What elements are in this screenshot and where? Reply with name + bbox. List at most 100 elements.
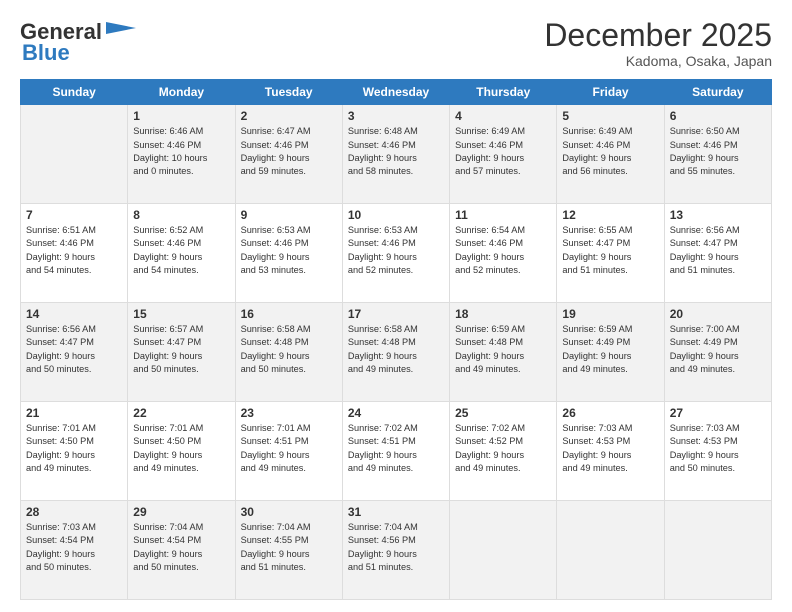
day-number: 7 xyxy=(26,208,122,222)
day-number: 12 xyxy=(562,208,658,222)
weekday-header-sunday: Sunday xyxy=(21,80,128,105)
day-info: Sunrise: 7:03 AM Sunset: 4:53 PM Dayligh… xyxy=(670,422,766,475)
day-info: Sunrise: 6:53 AM Sunset: 4:46 PM Dayligh… xyxy=(241,224,337,277)
day-info: Sunrise: 6:49 AM Sunset: 4:46 PM Dayligh… xyxy=(562,125,658,178)
calendar-row-2: 14Sunrise: 6:56 AM Sunset: 4:47 PM Dayli… xyxy=(21,303,772,402)
day-number: 20 xyxy=(670,307,766,321)
day-number: 24 xyxy=(348,406,444,420)
weekday-header-tuesday: Tuesday xyxy=(235,80,342,105)
calendar-cell: 2 Sunrise: 6:47 AM Sunset: 4:46 PM Daylig… xyxy=(235,105,342,204)
day-info: Sunrise: 6:56 AM Sunset: 4:47 PM Dayligh… xyxy=(670,224,766,277)
calendar-cell: 27 Sunrise: 7:03 AM Sunset: 4:53 PM Dayli… xyxy=(664,402,771,501)
day-info: Sunrise: 7:02 AM Sunset: 4:52 PM Dayligh… xyxy=(455,422,551,475)
day-info: Sunrise: 7:03 AM Sunset: 4:54 PM Dayligh… xyxy=(26,521,122,574)
calendar-row-0: 1 Sunrise: 6:46 AM Sunset: 4:46 PM Daylig… xyxy=(21,105,772,204)
weekday-header-wednesday: Wednesday xyxy=(342,80,449,105)
calendar-cell: 17 Sunrise: 6:58 AM Sunset: 4:48 PM Dayli… xyxy=(342,303,449,402)
day-number: 19 xyxy=(562,307,658,321)
page-header: General Blue December 2025 Kadoma, Osaka… xyxy=(20,18,772,69)
logo: General Blue xyxy=(20,18,140,66)
day-number: 23 xyxy=(241,406,337,420)
weekday-header-saturday: Saturday xyxy=(664,80,771,105)
calendar-row-3: 21 Sunrise: 7:01 AM Sunset: 4:50 PM Dayli… xyxy=(21,402,772,501)
day-info: Sunrise: 6:53 AM Sunset: 4:46 PM Dayligh… xyxy=(348,224,444,277)
day-info: Sunrise: 6:51 AM Sunset: 4:46 PM Dayligh… xyxy=(26,224,122,277)
month-title: December 2025 xyxy=(544,18,772,53)
day-info: Sunrise: 7:00 AM Sunset: 4:49 PM Dayligh… xyxy=(670,323,766,376)
day-number: 29 xyxy=(133,505,229,519)
day-info: Sunrise: 7:01 AM Sunset: 4:51 PM Dayligh… xyxy=(241,422,337,475)
weekday-header-friday: Friday xyxy=(557,80,664,105)
title-block: December 2025 Kadoma, Osaka, Japan xyxy=(544,18,772,69)
weekday-header-thursday: Thursday xyxy=(450,80,557,105)
day-number: 22 xyxy=(133,406,229,420)
calendar-cell: 6 Sunrise: 6:50 AM Sunset: 4:46 PM Daylig… xyxy=(664,105,771,204)
day-number: 11 xyxy=(455,208,551,222)
day-number: 2 xyxy=(241,109,337,123)
calendar-cell xyxy=(21,105,128,204)
day-number: 10 xyxy=(348,208,444,222)
day-info: Sunrise: 7:03 AM Sunset: 4:53 PM Dayligh… xyxy=(562,422,658,475)
calendar-cell: 16 Sunrise: 6:58 AM Sunset: 4:48 PM Dayli… xyxy=(235,303,342,402)
calendar-cell: 25Sunrise: 7:02 AM Sunset: 4:52 PM Dayli… xyxy=(450,402,557,501)
calendar-cell: 21Sunrise: 7:01 AM Sunset: 4:50 PM Dayli… xyxy=(21,402,128,501)
calendar-cell: 24 Sunrise: 7:02 AM Sunset: 4:51 PM Dayli… xyxy=(342,402,449,501)
day-number: 17 xyxy=(348,307,444,321)
day-number: 5 xyxy=(562,109,658,123)
calendar-cell: 23 Sunrise: 7:01 AM Sunset: 4:51 PM Dayli… xyxy=(235,402,342,501)
day-number: 9 xyxy=(241,208,337,222)
weekday-header-row: SundayMondayTuesdayWednesdayThursdayFrid… xyxy=(21,80,772,105)
calendar-cell: 18Sunrise: 6:59 AM Sunset: 4:48 PM Dayli… xyxy=(450,303,557,402)
location: Kadoma, Osaka, Japan xyxy=(544,53,772,69)
calendar-cell: 10 Sunrise: 6:53 AM Sunset: 4:46 PM Dayli… xyxy=(342,204,449,303)
day-number: 3 xyxy=(348,109,444,123)
calendar-cell: 9 Sunrise: 6:53 AM Sunset: 4:46 PM Daylig… xyxy=(235,204,342,303)
calendar-cell: 4 Sunrise: 6:49 AM Sunset: 4:46 PM Daylig… xyxy=(450,105,557,204)
calendar-cell: 30Sunrise: 7:04 AM Sunset: 4:55 PM Dayli… xyxy=(235,501,342,600)
calendar-cell xyxy=(450,501,557,600)
day-number: 21 xyxy=(26,406,122,420)
day-info: Sunrise: 6:58 AM Sunset: 4:48 PM Dayligh… xyxy=(241,323,337,376)
day-info: Sunrise: 7:04 AM Sunset: 4:54 PM Dayligh… xyxy=(133,521,229,574)
day-number: 30 xyxy=(241,505,337,519)
day-info: Sunrise: 6:50 AM Sunset: 4:46 PM Dayligh… xyxy=(670,125,766,178)
day-info: Sunrise: 6:46 AM Sunset: 4:46 PM Dayligh… xyxy=(133,125,229,178)
day-number: 15 xyxy=(133,307,229,321)
day-info: Sunrise: 6:47 AM Sunset: 4:46 PM Dayligh… xyxy=(241,125,337,178)
day-info: Sunrise: 6:58 AM Sunset: 4:48 PM Dayligh… xyxy=(348,323,444,376)
calendar-cell: 12 Sunrise: 6:55 AM Sunset: 4:47 PM Dayli… xyxy=(557,204,664,303)
day-number: 1 xyxy=(133,109,229,123)
calendar-cell xyxy=(664,501,771,600)
logo-flag-icon xyxy=(102,18,140,46)
calendar-cell: 5 Sunrise: 6:49 AM Sunset: 4:46 PM Daylig… xyxy=(557,105,664,204)
calendar-cell: 3 Sunrise: 6:48 AM Sunset: 4:46 PM Daylig… xyxy=(342,105,449,204)
day-info: Sunrise: 7:01 AM Sunset: 4:50 PM Dayligh… xyxy=(133,422,229,475)
logo-blue: Blue xyxy=(22,40,70,66)
day-info: Sunrise: 6:48 AM Sunset: 4:46 PM Dayligh… xyxy=(348,125,444,178)
day-number: 31 xyxy=(348,505,444,519)
day-number: 4 xyxy=(455,109,551,123)
day-info: Sunrise: 6:56 AM Sunset: 4:47 PM Dayligh… xyxy=(26,323,122,376)
calendar-cell: 29 Sunrise: 7:04 AM Sunset: 4:54 PM Dayli… xyxy=(128,501,235,600)
day-info: Sunrise: 7:02 AM Sunset: 4:51 PM Dayligh… xyxy=(348,422,444,475)
day-number: 13 xyxy=(670,208,766,222)
day-info: Sunrise: 6:49 AM Sunset: 4:46 PM Dayligh… xyxy=(455,125,551,178)
calendar-row-4: 28Sunrise: 7:03 AM Sunset: 4:54 PM Dayli… xyxy=(21,501,772,600)
calendar-cell: 8Sunrise: 6:52 AM Sunset: 4:46 PM Daylig… xyxy=(128,204,235,303)
calendar-cell: 7 Sunrise: 6:51 AM Sunset: 4:46 PM Daylig… xyxy=(21,204,128,303)
calendar-cell: 1 Sunrise: 6:46 AM Sunset: 4:46 PM Daylig… xyxy=(128,105,235,204)
calendar-cell: 15 Sunrise: 6:57 AM Sunset: 4:47 PM Dayli… xyxy=(128,303,235,402)
calendar-cell: 31 Sunrise: 7:04 AM Sunset: 4:56 PM Dayli… xyxy=(342,501,449,600)
calendar-cell: 20 Sunrise: 7:00 AM Sunset: 4:49 PM Dayli… xyxy=(664,303,771,402)
day-number: 6 xyxy=(670,109,766,123)
day-info: Sunrise: 6:55 AM Sunset: 4:47 PM Dayligh… xyxy=(562,224,658,277)
day-info: Sunrise: 6:54 AM Sunset: 4:46 PM Dayligh… xyxy=(455,224,551,277)
calendar-cell xyxy=(557,501,664,600)
calendar-cell: 11 Sunrise: 6:54 AM Sunset: 4:46 PM Dayli… xyxy=(450,204,557,303)
day-info: Sunrise: 7:04 AM Sunset: 4:56 PM Dayligh… xyxy=(348,521,444,574)
calendar-row-1: 7 Sunrise: 6:51 AM Sunset: 4:46 PM Daylig… xyxy=(21,204,772,303)
day-info: Sunrise: 6:57 AM Sunset: 4:47 PM Dayligh… xyxy=(133,323,229,376)
day-number: 16 xyxy=(241,307,337,321)
day-info: Sunrise: 6:59 AM Sunset: 4:49 PM Dayligh… xyxy=(562,323,658,376)
day-number: 27 xyxy=(670,406,766,420)
